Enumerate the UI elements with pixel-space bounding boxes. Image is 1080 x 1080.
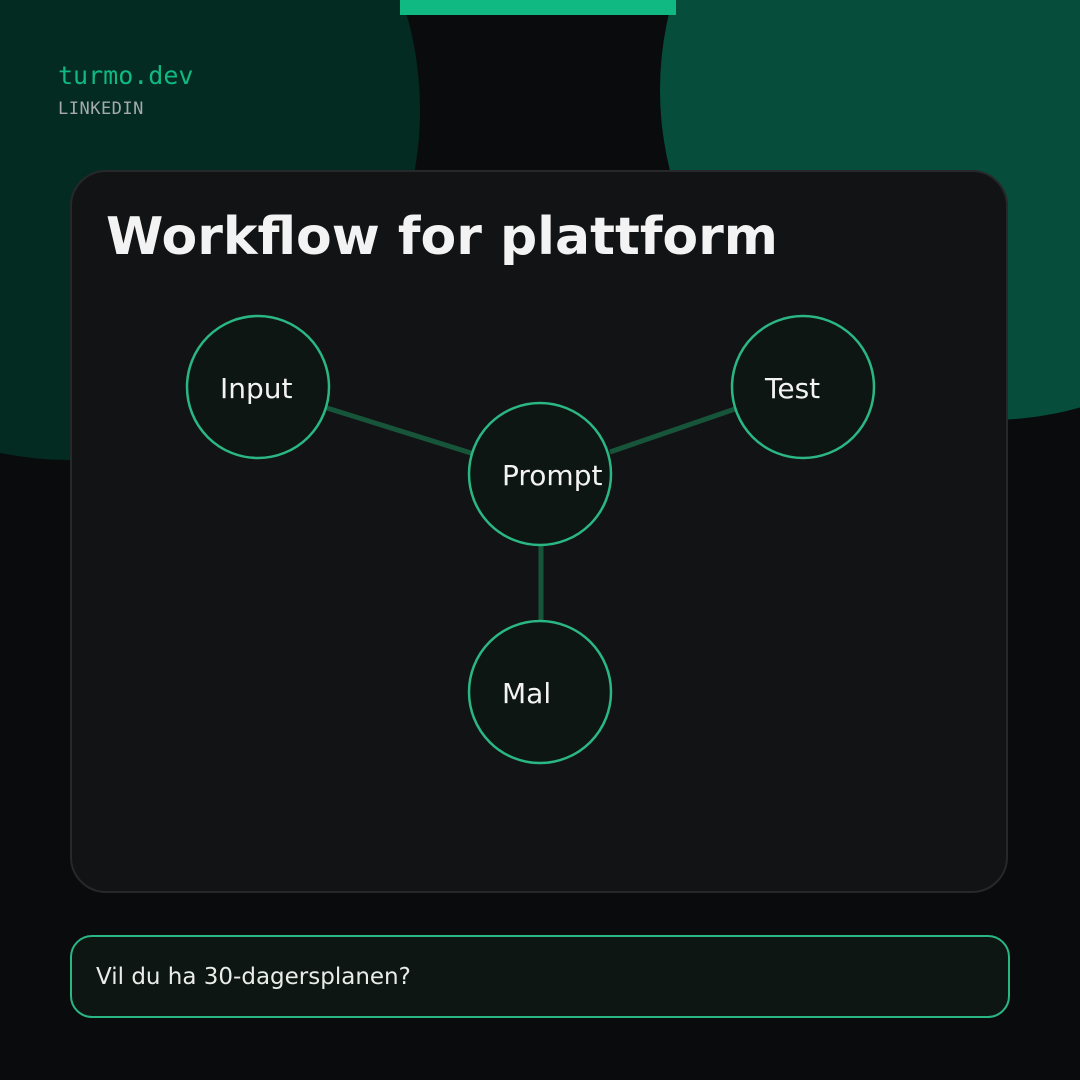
diagram-node-input: Input (185, 314, 331, 460)
node-label-prompt: Prompt (502, 459, 602, 492)
node-label-input: Input (220, 372, 293, 405)
diagram-node-prompt: Prompt (467, 401, 613, 547)
edge-input-prompt (326, 405, 472, 456)
cta-label: Vil du ha 30-dagersplanen? (96, 964, 411, 990)
edge-test-prompt (609, 406, 736, 455)
workflow-diagram: Input Test Prompt Mal (185, 314, 876, 765)
diagram-node-mal: Mal (467, 619, 613, 765)
cta-button[interactable]: Vil du ha 30-dagersplanen? (70, 935, 1010, 1018)
node-label-mal: Mal (502, 677, 551, 710)
node-label-test: Test (764, 372, 820, 405)
diagram-node-test: Test (730, 314, 876, 460)
